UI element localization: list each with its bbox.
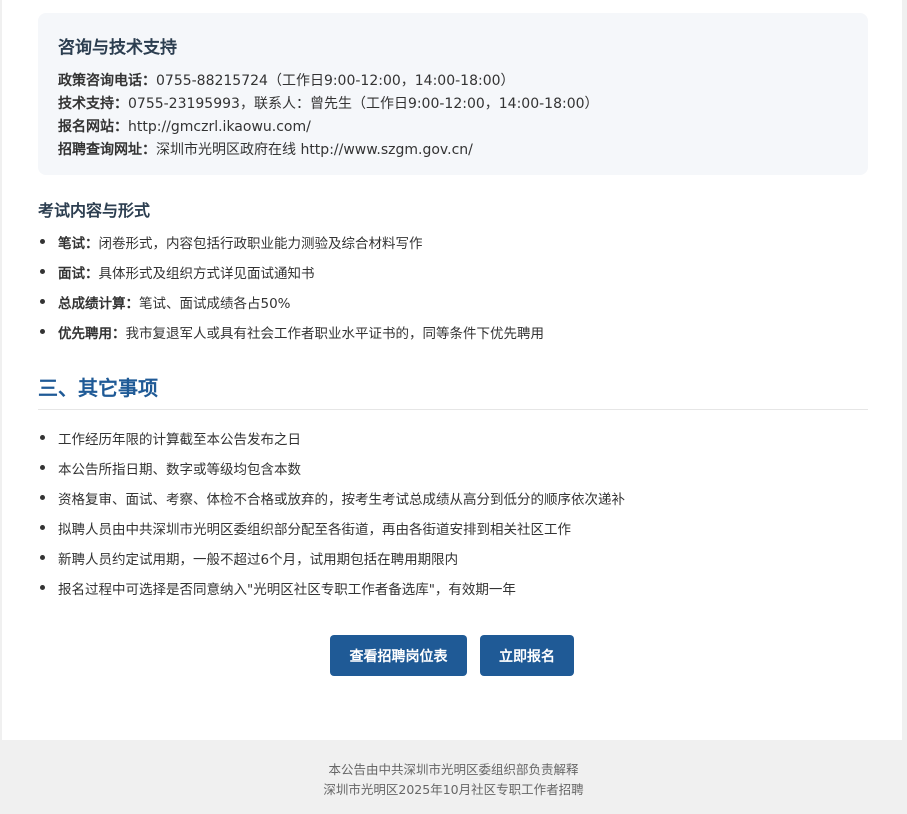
- footer-line-1: 本公告由中共深圳市光明区委组织部负责解释: [328, 762, 579, 777]
- item-text: 闭卷形式，内容包括行政职业能力测验及综合材料写作: [98, 236, 423, 252]
- list-item: 笔试：闭卷形式，内容包括行政职业能力测验及综合材料写作: [38, 232, 423, 252]
- item-label: 总成绩计算：: [58, 296, 139, 312]
- view-positions-button[interactable]: 查看招聘岗位表: [330, 635, 467, 676]
- policy-hotline-value: 0755-88215724（工作日9:00-12:00，14:00-18:00）: [156, 73, 515, 89]
- contact-title: 咨询与技术支持: [58, 38, 177, 58]
- item-text: 拟聘人员由中共深圳市光明区委组织部分配至各街道，再由各街道安排到相关社区工作: [58, 522, 571, 538]
- footer-line-2: 深圳市光明区2025年10月社区专职工作者招聘: [323, 782, 584, 797]
- recruitment-query-site: 招聘查询网址：深圳市光明区政府在线 http://www.szgm.gov.cn…: [58, 139, 473, 159]
- contact-support-box: 咨询与技术支持 政策咨询电话：0755-88215724（工作日9:00-12:…: [38, 13, 868, 175]
- item-label: 优先聘用：: [58, 326, 126, 342]
- other-matters-title: 三、其它事项: [38, 376, 158, 400]
- bullet-icon: [40, 239, 45, 244]
- registration-site-label: 报名网站：: [58, 119, 128, 135]
- list-item: 报名过程中可选择是否同意纳入"光明区社区专职工作者备选库"，有效期一年: [38, 578, 516, 598]
- bullet-icon: [40, 435, 45, 440]
- item-text: 我市复退军人或具有社会工作者职业水平证书的，同等条件下优先聘用: [125, 326, 545, 342]
- item-text: 报名过程中可选择是否同意纳入"光明区社区专职工作者备选库"，有效期一年: [58, 582, 516, 598]
- item-text: 工作经历年限的计算截至本公告发布之日: [58, 432, 301, 448]
- list-item: 优先聘用：我市复退军人或具有社会工作者职业水平证书的，同等条件下优先聘用: [38, 322, 544, 342]
- page-content: 咨询与技术支持 政策咨询电话：0755-88215724（工作日9:00-12:…: [2, 0, 902, 740]
- bullet-icon: [40, 299, 45, 304]
- list-item: 总成绩计算：笔试、面试成绩各占50%: [38, 292, 291, 312]
- item-text: 资格复审、面试、考察、体检不合格或放弃的，按考生考试总成绩从高分到低分的顺序依次…: [58, 492, 625, 508]
- footer: 本公告由中共深圳市光明区委组织部负责解释 深圳市光明区2025年10月社区专职工…: [0, 740, 907, 814]
- exam-section-title: 考试内容与形式: [38, 201, 151, 220]
- item-text: 笔试、面试成绩各占50%: [139, 296, 291, 312]
- recruitment-query-link[interactable]: 深圳市光明区政府在线 http://www.szgm.gov.cn/: [156, 142, 473, 158]
- policy-hotline: 政策咨询电话：0755-88215724（工作日9:00-12:00，14:00…: [58, 70, 515, 90]
- item-text: 本公告所指日期、数字或等级均包含本数: [58, 462, 301, 478]
- recruitment-query-label: 招聘查询网址：: [58, 142, 156, 158]
- list-item: 本公告所指日期、数字或等级均包含本数: [38, 458, 301, 478]
- bullet-icon: [40, 585, 45, 590]
- section-divider: [38, 409, 868, 410]
- apply-now-button[interactable]: 立即报名: [480, 635, 574, 676]
- item-label: 面试：: [58, 266, 99, 282]
- registration-site-link[interactable]: http://gmczrl.ikaowu.com/: [128, 119, 311, 135]
- tech-support: 技术支持：0755-23195993，联系人：曾先生（工作日9:00-12:00…: [58, 93, 599, 113]
- policy-hotline-label: 政策咨询电话：: [58, 73, 156, 89]
- list-item: 工作经历年限的计算截至本公告发布之日: [38, 428, 301, 448]
- item-text: 新聘人员约定试用期，一般不超过6个月，试用期包括在聘用期限内: [58, 552, 459, 568]
- bullet-icon: [40, 495, 45, 500]
- list-item: 新聘人员约定试用期，一般不超过6个月，试用期包括在聘用期限内: [38, 548, 458, 568]
- list-item: 资格复审、面试、考察、体检不合格或放弃的，按考生考试总成绩从高分到低分的顺序依次…: [38, 488, 625, 508]
- tech-support-label: 技术支持：: [58, 96, 128, 112]
- bullet-icon: [40, 269, 45, 274]
- item-label: 笔试：: [58, 236, 99, 252]
- bullet-icon: [40, 555, 45, 560]
- bullet-icon: [40, 465, 45, 470]
- item-text: 具体形式及组织方式详见面试通知书: [98, 266, 315, 282]
- list-item: 面试：具体形式及组织方式详见面试通知书: [38, 262, 315, 282]
- tech-support-value: 0755-23195993，联系人：曾先生（工作日9:00-12:00，14:0…: [128, 96, 599, 112]
- registration-site: 报名网站：http://gmczrl.ikaowu.com/: [58, 116, 311, 136]
- list-item: 拟聘人员由中共深圳市光明区委组织部分配至各街道，再由各街道安排到相关社区工作: [38, 518, 571, 538]
- bullet-icon: [40, 525, 45, 530]
- bullet-icon: [40, 329, 45, 334]
